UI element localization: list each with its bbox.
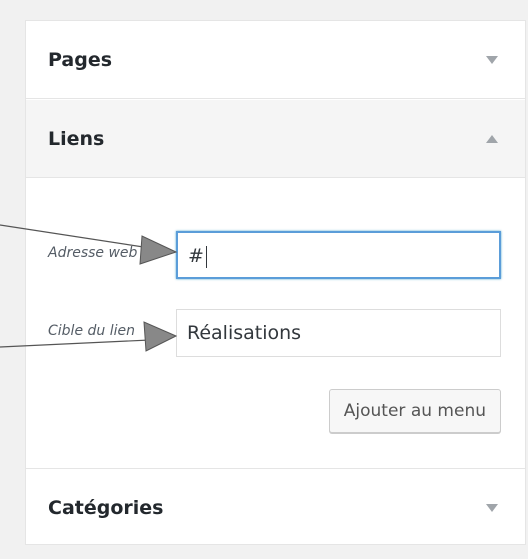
section-categories-header[interactable]: Catégories bbox=[26, 468, 525, 546]
menu-items-panel: Pages Liens Adresse web # Cible du lien … bbox=[25, 20, 526, 545]
link-text-input-value: Réalisations bbox=[187, 322, 302, 344]
section-categories-title: Catégories bbox=[48, 496, 164, 519]
link-text-input[interactable]: Réalisations bbox=[176, 309, 501, 357]
url-input-value: # bbox=[188, 245, 204, 267]
add-to-menu-button[interactable]: Ajouter au menu bbox=[328, 389, 501, 433]
url-label: Adresse web bbox=[48, 245, 138, 261]
section-liens-header[interactable]: Liens bbox=[26, 100, 525, 178]
triangle-up-icon[interactable] bbox=[486, 134, 498, 143]
url-input[interactable]: # bbox=[176, 231, 501, 279]
triangle-down-icon[interactable] bbox=[486, 503, 498, 512]
section-pages-title: Pages bbox=[48, 48, 113, 71]
section-pages-header[interactable]: Pages bbox=[26, 21, 525, 99]
text-caret bbox=[205, 245, 207, 268]
triangle-down-icon[interactable] bbox=[486, 55, 498, 64]
link-text-label: Cible du lien bbox=[48, 323, 135, 339]
section-liens-title: Liens bbox=[48, 127, 105, 150]
